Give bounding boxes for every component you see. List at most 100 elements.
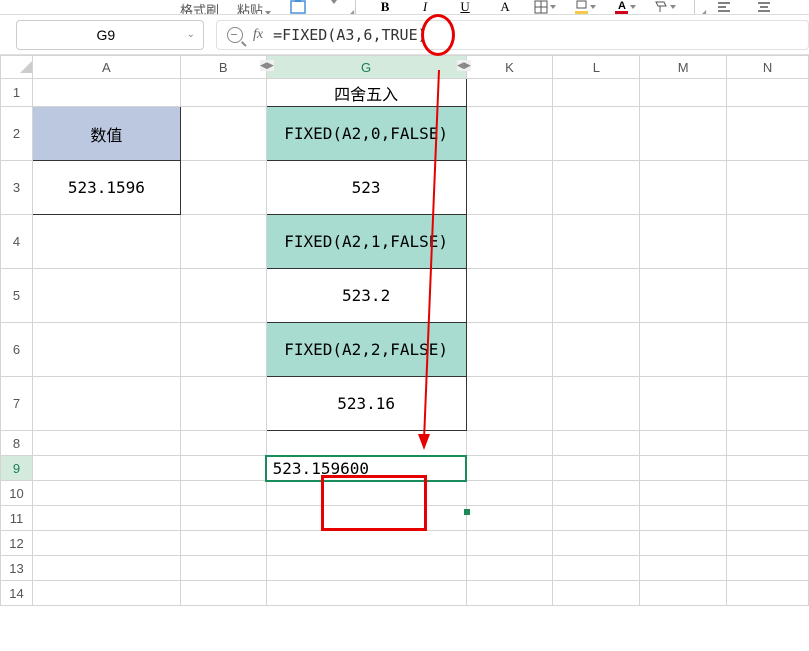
cell-B9[interactable] [180, 456, 266, 481]
cell-K2[interactable] [466, 107, 553, 161]
cell-L11[interactable] [553, 506, 640, 531]
cell-N5[interactable] [727, 269, 809, 323]
fx-icon[interactable]: fx [253, 27, 263, 43]
bold-icon[interactable]: B [374, 0, 396, 14]
col-header-G[interactable]: G [266, 56, 466, 79]
row-header-4[interactable]: 4 [1, 215, 33, 269]
unhide-columns-icon[interactable]: ◀▶ [260, 60, 274, 71]
row-header-8[interactable]: 8 [1, 431, 33, 456]
cell-G9[interactable]: 523.159600 [266, 456, 466, 481]
cell-K3[interactable] [466, 161, 553, 215]
cell-G11[interactable] [266, 506, 466, 531]
row-header-14[interactable]: 14 [1, 581, 33, 606]
fill-handle[interactable] [464, 509, 470, 515]
formula-bar[interactable]: fx =FIXED(A3,6,TRUE) [216, 20, 809, 50]
cell-G4[interactable]: FIXED(A2,1,FALSE) [266, 215, 466, 269]
cell-B14[interactable] [180, 581, 266, 606]
row-header-11[interactable]: 11 [1, 506, 33, 531]
row-header-3[interactable]: 3 [1, 161, 33, 215]
col-header-A[interactable]: A [32, 56, 180, 79]
cell-G8[interactable] [266, 431, 466, 456]
cell-A4[interactable] [32, 215, 180, 269]
formula-input[interactable]: =FIXED(A3,6,TRUE) [273, 26, 427, 44]
cell-G3[interactable]: 523 [266, 161, 466, 215]
cell-L4[interactable] [553, 215, 640, 269]
cell-L7[interactable] [553, 377, 640, 431]
cell-N11[interactable] [727, 506, 809, 531]
cell-N2[interactable] [727, 107, 809, 161]
cell-A6[interactable] [32, 323, 180, 377]
chevron-down-icon[interactable]: ⌄ [187, 29, 195, 40]
cell-M10[interactable] [640, 481, 727, 506]
cell-N6[interactable] [727, 323, 809, 377]
cell-A3[interactable]: 523.1596 [32, 161, 180, 215]
cell-G13[interactable] [266, 556, 466, 581]
cell-G1[interactable]: 四舍五入 [266, 79, 466, 107]
align-center-icon[interactable] [753, 0, 775, 14]
cell-K12[interactable] [466, 531, 553, 556]
row-header-1[interactable]: 1 [1, 79, 33, 107]
cell-N3[interactable] [727, 161, 809, 215]
cell-L9[interactable] [553, 456, 640, 481]
cell-G12[interactable] [266, 531, 466, 556]
cell-L1[interactable] [553, 79, 640, 107]
cell-L3[interactable] [553, 161, 640, 215]
clipboard-icon[interactable] [289, 0, 311, 14]
cell-K4[interactable] [466, 215, 553, 269]
paste-btn[interactable]: 粘贴 [237, 0, 271, 15]
clear-format-icon[interactable] [654, 0, 676, 14]
cell-L10[interactable] [553, 481, 640, 506]
row-header-5[interactable]: 5 [1, 269, 33, 323]
cell-B6[interactable] [180, 323, 266, 377]
cell-A8[interactable] [32, 431, 180, 456]
cell-L5[interactable] [553, 269, 640, 323]
cell-M12[interactable] [640, 531, 727, 556]
cell-G7[interactable]: 523.16 [266, 377, 466, 431]
cell-A13[interactable] [32, 556, 180, 581]
cell-M13[interactable] [640, 556, 727, 581]
row-header-12[interactable]: 12 [1, 531, 33, 556]
cell-N10[interactable] [727, 481, 809, 506]
cell-A7[interactable] [32, 377, 180, 431]
cell-L14[interactable] [553, 581, 640, 606]
row-header-6[interactable]: 6 [1, 323, 33, 377]
select-all-corner[interactable] [1, 56, 33, 79]
cell-A10[interactable] [32, 481, 180, 506]
spreadsheet-grid[interactable]: A B G K L M N 1 四舍五入 2 数值 FIXED(A2,0,FAL… [0, 55, 809, 606]
cell-B4[interactable] [180, 215, 266, 269]
cell-K6[interactable] [466, 323, 553, 377]
format-painter-btn[interactable]: 格式刷 [180, 0, 219, 15]
cell-K9[interactable] [466, 456, 553, 481]
font-color-icon[interactable]: A [614, 0, 636, 14]
row-header-13[interactable]: 13 [1, 556, 33, 581]
group-expand-icon[interactable]: ◢ [348, 8, 354, 15]
fill-color-icon[interactable] [574, 0, 596, 14]
cell-B5[interactable] [180, 269, 266, 323]
cell-B12[interactable] [180, 531, 266, 556]
underline-icon[interactable]: U [454, 0, 476, 14]
unhide-columns-icon[interactable]: ◀▶ [457, 60, 471, 71]
col-header-N[interactable]: N [727, 56, 809, 79]
cell-G14[interactable] [266, 581, 466, 606]
cell-N12[interactable] [727, 531, 809, 556]
dropdown-icon[interactable] [331, 0, 337, 4]
cell-B8[interactable] [180, 431, 266, 456]
cell-A2[interactable]: 数值 [32, 107, 180, 161]
cell-B3[interactable] [180, 161, 266, 215]
cell-M11[interactable] [640, 506, 727, 531]
cell-M14[interactable] [640, 581, 727, 606]
cell-L6[interactable] [553, 323, 640, 377]
cell-M7[interactable] [640, 377, 727, 431]
cell-N7[interactable] [727, 377, 809, 431]
col-header-B[interactable]: B [180, 56, 266, 79]
cell-M1[interactable] [640, 79, 727, 107]
cell-M2[interactable] [640, 107, 727, 161]
cell-N1[interactable] [727, 79, 809, 107]
cell-L2[interactable] [553, 107, 640, 161]
cell-N14[interactable] [727, 581, 809, 606]
cell-M3[interactable] [640, 161, 727, 215]
cell-K14[interactable] [466, 581, 553, 606]
cell-K7[interactable] [466, 377, 553, 431]
italic-icon[interactable]: I [414, 0, 436, 14]
cell-G2[interactable]: FIXED(A2,0,FALSE) [266, 107, 466, 161]
